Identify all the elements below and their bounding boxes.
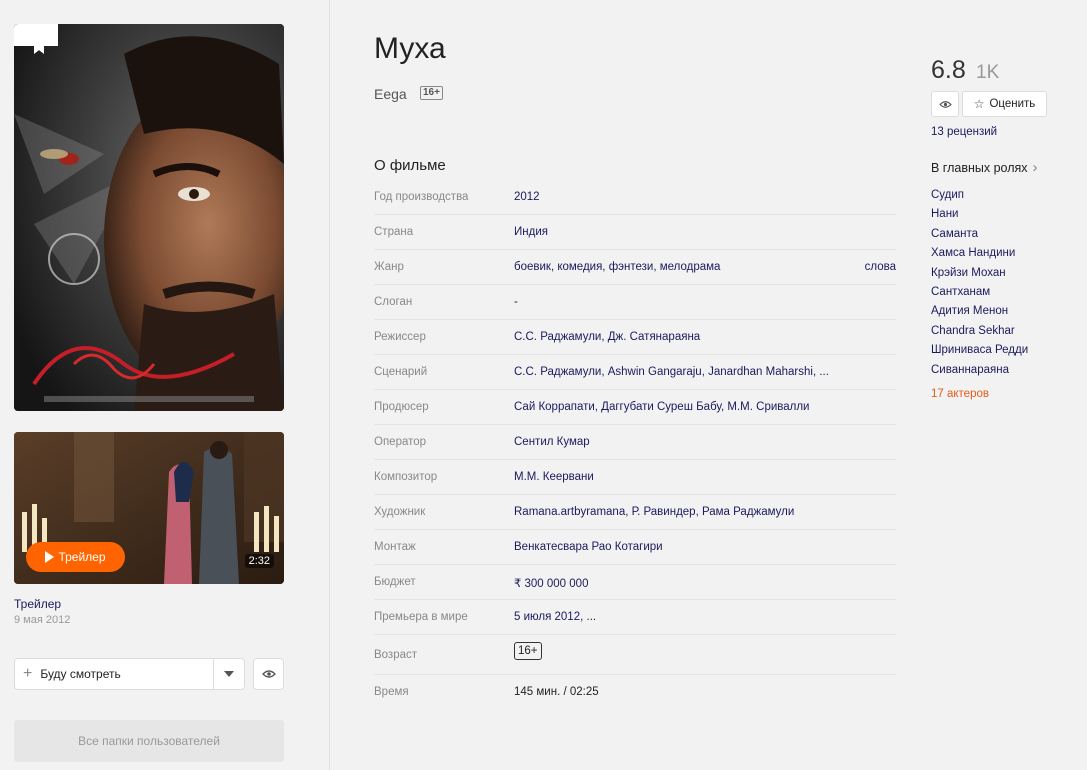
eye-icon: [261, 670, 276, 678]
age-rating-value[interactable]: 16+: [514, 642, 542, 660]
info-value-slogan: -: [514, 296, 518, 308]
about-heading: О фильме: [374, 157, 446, 174]
left-column: Трейлер 2:32 Трейлер 9 мая 2012 + Буду с…: [0, 0, 330, 770]
cast-actor-link[interactable]: Адития Менон: [931, 304, 1028, 323]
poster-image: [14, 24, 284, 411]
info-row-writer: Сценарий С.С. Раджамули, Ashwin Gangaraj…: [374, 355, 896, 390]
watched-toggle-button[interactable]: [931, 91, 959, 117]
info-row-slogan: Слоган -: [374, 285, 896, 320]
info-row-editor: Монтаж Венкатесвара Рао Котагири: [374, 530, 896, 565]
trailer-title-link[interactable]: Трейлер: [14, 597, 61, 611]
keywords-link[interactable]: слова: [865, 261, 896, 273]
cast-actor-link[interactable]: Судип: [931, 188, 1028, 207]
user-folders-button[interactable]: Все папки пользователей: [14, 720, 284, 762]
plus-icon: +: [23, 665, 33, 682]
info-label: Композитор: [374, 471, 438, 483]
trailer-button-label: Трейлер: [58, 550, 106, 564]
cast-actor-link[interactable]: Крэйзи Мохан: [931, 266, 1028, 285]
info-value-genre[interactable]: боевик, комедия, фэнтези, мелодрама: [514, 261, 720, 273]
eye-icon: [938, 100, 952, 108]
info-label: Художник: [374, 506, 426, 518]
watch-later-label: Буду смотреть: [40, 667, 121, 681]
info-value-producer[interactable]: Сай Коррапати, Даггубати Суреш Бабу, М.М…: [514, 401, 809, 413]
cast-actor-link[interactable]: Chandra Sekhar: [931, 324, 1028, 343]
rating-value: 6.8: [931, 56, 966, 84]
info-label: Год производства: [374, 191, 469, 203]
info-label: Жанр: [374, 261, 404, 273]
info-label: Сценарий: [374, 366, 428, 378]
info-label: Бюджет: [374, 576, 416, 588]
all-actors-link[interactable]: 17 актеров: [931, 388, 989, 400]
info-value-editor[interactable]: Венкатесвара Рао Котагири: [514, 541, 663, 553]
info-row-genre: Жанр боевик, комедия, фэнтези, мелодрама…: [374, 250, 896, 285]
info-row-year: Год производства 2012: [374, 180, 896, 215]
star-icon: ☆: [973, 97, 985, 111]
info-value-artist[interactable]: Ramana.artbyramana, Р. Равиндер, Рама Ра…: [514, 506, 794, 518]
info-label: Оператор: [374, 436, 427, 448]
info-value-runtime: 145 мин. / 02:25: [514, 686, 599, 698]
chevron-down-icon: [224, 671, 234, 677]
watch-later-dropdown[interactable]: [213, 658, 245, 690]
info-row-budget: Бюджет ₹ 300 000 000: [374, 565, 896, 600]
info-value-country[interactable]: Индия: [514, 226, 548, 238]
info-value-director[interactable]: С.С. Раджамули, Дж. Сатянараяна: [514, 331, 700, 343]
info-value-age: 16+: [514, 642, 542, 660]
info-row-artist: Художник Ramana.artbyramana, Р. Равиндер…: [374, 495, 896, 530]
info-value-premiere[interactable]: 5 июля 2012, ...: [514, 611, 596, 623]
info-value-year[interactable]: 2012: [514, 191, 540, 203]
info-label: Режиссер: [374, 331, 426, 343]
trailer-play-button[interactable]: Трейлер: [26, 542, 125, 572]
info-label: Слоган: [374, 296, 413, 308]
cast-actor-link[interactable]: Хамса Нандини: [931, 246, 1028, 265]
cast-list: Судип Нани Саманта Хамса Нандини Крэйзи …: [931, 188, 1028, 382]
mark-watched-button[interactable]: [253, 658, 284, 690]
cast-actor-link[interactable]: Сантханам: [931, 285, 1028, 304]
rating-count: 1K: [976, 62, 1000, 83]
cast-actor-link[interactable]: Сиваннараяна: [931, 363, 1028, 382]
cast-actor-link[interactable]: Саманта: [931, 227, 1028, 246]
info-label: Продюсер: [374, 401, 429, 413]
info-label: Время: [374, 686, 409, 698]
play-icon: [45, 551, 55, 563]
rate-button-label: Оценить: [989, 98, 1036, 110]
info-value-operator[interactable]: Сентил Кумар: [514, 436, 590, 448]
movie-poster[interactable]: [14, 24, 284, 411]
cast-actor-link[interactable]: Нани: [931, 207, 1028, 226]
original-title: Eega: [374, 86, 407, 102]
info-row-runtime: Время 145 мин. / 02:25: [374, 675, 896, 710]
trailer-date: 9 мая 2012: [14, 614, 71, 626]
info-table: Год производства 2012 Страна Индия Жанр …: [374, 180, 896, 710]
age-rating-badge: 16+: [420, 86, 443, 100]
info-row-country: Страна Индия: [374, 215, 896, 250]
cast-heading[interactable]: В главных ролях ›: [931, 160, 1038, 175]
chevron-right-icon: ›: [1032, 159, 1038, 176]
info-row-operator: Оператор Сентил Кумар: [374, 425, 896, 460]
info-row-director: Режиссер С.С. Раджамули, Дж. Сатянараяна: [374, 320, 896, 355]
info-value-budget[interactable]: ₹ 300 000 000: [514, 576, 588, 590]
trailer-thumbnail[interactable]: Трейлер 2:32: [14, 432, 284, 584]
movie-page: Трейлер 2:32 Трейлер 9 мая 2012 + Буду с…: [0, 0, 1087, 770]
info-label: Премьера в мире: [374, 611, 468, 623]
info-label: Страна: [374, 226, 414, 238]
cast-heading-label: В главных ролях: [931, 160, 1028, 175]
info-row-composer: Композитор М.М. Кеервани: [374, 460, 896, 495]
info-row-producer: Продюсер Сай Коррапати, Даггубати Суреш …: [374, 390, 896, 425]
info-label: Монтаж: [374, 541, 416, 553]
info-label: Возраст: [374, 649, 418, 661]
rate-button[interactable]: ☆ Оценить: [962, 91, 1047, 117]
info-value-writer[interactable]: С.С. Раджамули, Ashwin Gangaraju, Janard…: [514, 366, 829, 378]
watch-later-button[interactable]: + Буду смотреть: [14, 658, 214, 690]
info-row-age: Возраст 16+: [374, 635, 896, 675]
cast-actor-link[interactable]: Шринивaса Редди: [931, 343, 1028, 362]
reviews-link[interactable]: 13 рецензий: [931, 126, 997, 138]
info-row-premiere: Премьера в мире 5 июля 2012, ...: [374, 600, 896, 635]
movie-title: Муха: [374, 32, 446, 65]
info-value-composer[interactable]: М.М. Кеервани: [514, 471, 594, 483]
trailer-duration: 2:32: [244, 554, 274, 568]
